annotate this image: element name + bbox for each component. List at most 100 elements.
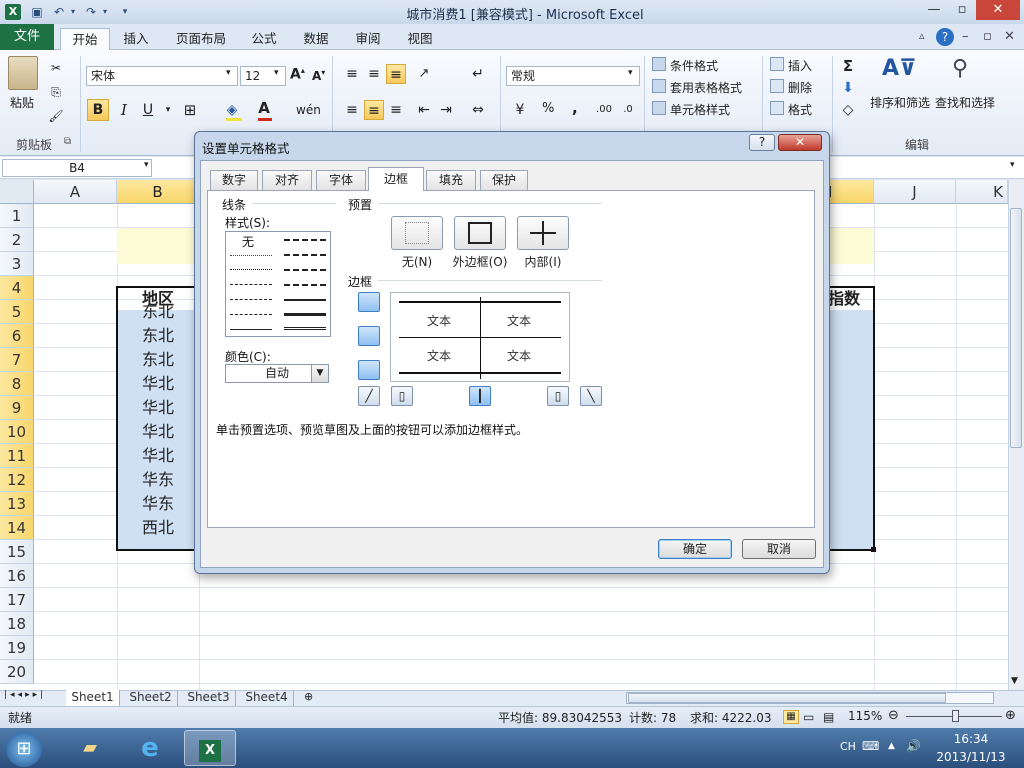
tab-formulas[interactable]: 公式 (246, 28, 282, 50)
excel-taskbar-icon[interactable]: X (184, 730, 236, 766)
underline-dropdown-icon[interactable]: ▾ (158, 100, 178, 120)
tab-font[interactable]: 字体 (316, 170, 366, 190)
row-header[interactable]: 6 (0, 324, 34, 348)
tab-file[interactable]: 文件 (0, 24, 54, 50)
region-cell[interactable]: 东北 (117, 348, 199, 372)
shrink-font-icon[interactable]: A▾ (312, 68, 325, 83)
currency-icon[interactable]: ¥ (510, 100, 530, 120)
autosum-icon[interactable]: Σ (838, 56, 858, 76)
border-left-button[interactable]: ▯ (391, 386, 413, 406)
tab-fill[interactable]: 填充 (426, 170, 476, 190)
undo-icon[interactable]: ↶ (50, 4, 68, 20)
font-size-dropdown-icon[interactable]: ▾ (274, 68, 279, 78)
font-color-icon[interactable]: A (254, 98, 274, 118)
line-style-medium-dash-dot-dot[interactable] (284, 239, 326, 241)
sheet-tab-4[interactable]: Sheet4 (240, 690, 294, 706)
border-bottom-button[interactable] (358, 360, 380, 380)
bold-button[interactable]: B (87, 99, 109, 121)
row-header[interactable]: 20 (0, 660, 34, 684)
region-cell[interactable]: 华北 (117, 444, 199, 468)
sheet-tab-2[interactable]: Sheet2 (124, 690, 178, 706)
border-diagonal-down-button[interactable]: ╲ (580, 386, 602, 406)
region-cell[interactable]: 东北 (117, 300, 199, 324)
cancel-button[interactable]: 取消 (742, 539, 816, 559)
find-select-button[interactable]: 查找和选择 (935, 94, 995, 111)
tab-alignment[interactable]: 对齐 (262, 170, 312, 190)
customize-quick-access-icon[interactable]: ▾ (116, 4, 134, 20)
line-style-thick[interactable] (284, 313, 326, 316)
zoom-in-icon[interactable]: ⊕ (1005, 708, 1016, 723)
line-style-medium-dashed[interactable] (284, 284, 326, 286)
orientation-icon[interactable]: ↗ (414, 64, 434, 84)
doc-minimize-icon[interactable]: – (962, 29, 969, 44)
region-cell[interactable]: 华东 (117, 492, 199, 516)
cut-icon[interactable]: ✂ (46, 58, 66, 78)
ie-taskbar-icon[interactable]: e (124, 730, 176, 766)
redo-dropdown-icon[interactable]: ▾ (100, 4, 110, 20)
dialog-close-button[interactable]: ✕ (778, 134, 822, 151)
clock-date[interactable]: 2013/11/13 (936, 750, 1006, 764)
tab-page-layout[interactable]: 页面布局 (170, 28, 232, 50)
minimize-button[interactable]: — (920, 0, 948, 20)
row-header[interactable]: 11 (0, 444, 34, 468)
row-header[interactable]: 19 (0, 636, 34, 660)
tab-number[interactable]: 数字 (210, 170, 258, 190)
borders-icon[interactable]: ⊞ (180, 100, 200, 120)
region-cell[interactable]: 华东 (117, 468, 199, 492)
color-dropdown-icon[interactable]: ▼ (311, 365, 328, 382)
row-header[interactable]: 12 (0, 468, 34, 492)
row-header[interactable]: 2 (0, 228, 34, 252)
italic-button[interactable]: I (114, 99, 134, 121)
line-style-dotted[interactable] (230, 269, 272, 270)
decrease-indent-icon[interactable]: ⇤ (414, 100, 434, 120)
row-header[interactable]: 5 (0, 300, 34, 324)
preset-outline-button[interactable] (454, 216, 506, 250)
clipboard-launcher-icon[interactable]: ⧉ (64, 136, 71, 147)
align-right-icon[interactable]: ≡ (386, 100, 406, 120)
row-header[interactable]: 10 (0, 420, 34, 444)
page-break-view-icon[interactable]: ▤ (823, 710, 834, 724)
excel-app-icon[interactable]: X (5, 4, 21, 20)
sheet-tab-3[interactable]: Sheet3 (182, 690, 236, 706)
number-format-combo[interactable]: 常规 (506, 66, 640, 86)
redo-icon[interactable]: ↷ (82, 4, 100, 20)
align-bottom-icon[interactable]: ≡ (386, 64, 406, 84)
row-header[interactable]: 17 (0, 588, 34, 612)
undo-dropdown-icon[interactable]: ▾ (68, 4, 78, 20)
ribbon-collapse-icon[interactable]: ▵ (919, 29, 925, 42)
clock-time[interactable]: 16:34 (940, 732, 1002, 746)
preset-inside-button[interactable] (517, 216, 569, 250)
preset-none-button[interactable] (391, 216, 443, 250)
zoom-out-icon[interactable]: ⊖ (888, 708, 899, 723)
copy-icon[interactable]: ⎘ (46, 82, 66, 102)
border-right-button[interactable]: ▯ (547, 386, 569, 406)
dialog-help-button[interactable]: ? (749, 134, 775, 151)
font-name-dropdown-icon[interactable]: ▾ (226, 68, 231, 78)
border-middle-vertical-button[interactable]: ┃ (469, 386, 491, 406)
line-style-dashed[interactable] (230, 314, 272, 315)
row-header[interactable]: 1 (0, 204, 34, 228)
doc-close-icon[interactable]: ✕ (1004, 29, 1015, 44)
sort-filter-button[interactable]: 排序和筛选 (870, 94, 930, 111)
tab-view[interactable]: 视图 (402, 28, 438, 50)
explorer-taskbar-icon[interactable]: ▰ (64, 730, 116, 766)
line-style-medium[interactable] (284, 299, 326, 301)
wrap-text-icon[interactable]: ↵ (468, 64, 488, 84)
border-preview[interactable]: 文本 文本 文本 文本 (390, 292, 570, 382)
format-cells-button[interactable]: 格式 (788, 101, 812, 118)
format-painter-icon[interactable]: 🖌 (46, 106, 66, 126)
tray-expand-icon[interactable]: ▲ (888, 741, 895, 751)
doc-restore-icon[interactable]: ▫ (983, 29, 992, 44)
vertical-scroll-thumb[interactable] (1010, 208, 1022, 448)
input-language[interactable]: CH (840, 740, 856, 753)
line-style-none[interactable]: 无 (242, 233, 254, 250)
fill-handle[interactable] (871, 547, 876, 552)
cell-style-button[interactable]: 单元格样式 (670, 101, 730, 118)
border-middle-horizontal-button[interactable] (358, 326, 380, 346)
close-window-button[interactable]: ✕ (976, 0, 1020, 20)
merge-center-icon[interactable]: ⇔ (468, 100, 488, 120)
insert-sheet-icon[interactable]: ⊕ (304, 690, 313, 703)
percent-button[interactable]: % (542, 101, 554, 116)
col-header-i[interactable]: I (826, 180, 874, 204)
tab-data[interactable]: 数据 (298, 28, 334, 50)
